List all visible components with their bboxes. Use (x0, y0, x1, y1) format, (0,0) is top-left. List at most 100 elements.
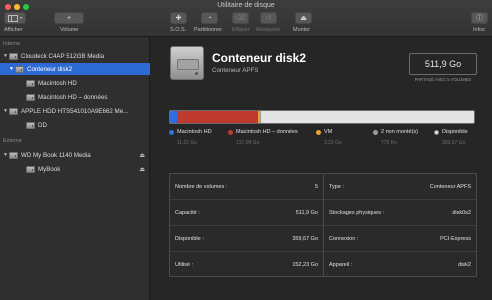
internal-disk-icon (9, 52, 18, 60)
volume-icon (26, 79, 35, 87)
sidebar-item-macintosh-hd[interactable]: Macintosh HD (0, 77, 150, 89)
usage-segment-1 (176, 111, 259, 123)
legend-label: 2 non monté(s) (381, 129, 418, 135)
sidebar-item-apple-hdd[interactable]: ▼ APPLE HDD HTS541010A9E662 Me... (0, 105, 150, 117)
mount-button[interactable]: ⏏ (295, 12, 312, 24)
sidebar-item-label: Macintosh HD – données (38, 93, 108, 101)
sidebar: Interne ▼ Cloudeck C4AP 512GB Media ▼ Co… (0, 37, 150, 300)
eject-icon[interactable]: ⏏ (139, 152, 145, 159)
info-row-available: Disponible : 359,67 Go (170, 226, 323, 252)
toolbar: Utilitaire de disque ▾ Afficher + Volume… (0, 0, 492, 37)
legend-swatch (373, 129, 378, 135)
legend-label: Disponible (442, 129, 468, 135)
disk-utility-window: Utilitaire de disque ▾ Afficher + Volume… (0, 0, 492, 300)
stethoscope-icon: ✚ (175, 14, 182, 22)
toolbar-label-partition: Partitionner (194, 27, 223, 33)
sidebar-item-mybook[interactable]: MyBook ⏏ (0, 163, 150, 175)
sidebar-item-dd[interactable]: DD (0, 119, 150, 131)
toolbar-label-info: Infos (473, 27, 485, 33)
eject-icon[interactable]: ⏏ (139, 166, 145, 173)
info-label: Appareil : (329, 262, 353, 268)
info-row-physical-stores: Stockages physiques : disk0s2 (324, 200, 476, 226)
legend-swatch (316, 129, 321, 135)
sidebar-item-label: Conteneur disk2 (27, 65, 73, 73)
add-volume-button[interactable]: + (54, 12, 84, 24)
sidebar-item-macintosh-hd-data[interactable]: Macintosh HD – données (0, 91, 150, 103)
sidebar-item-label: MyBook (38, 165, 61, 173)
container-disk-icon (170, 46, 204, 80)
sidebar-toggle-icon (8, 14, 18, 22)
capacity-caption: PARTAGÉ AVEC 5 VOLUMES (414, 77, 472, 82)
toolbar-label-erase: Effacer (232, 27, 250, 33)
zoom-window-button[interactable] (23, 4, 29, 10)
info-row-volume-count: Nombre de volumes : 5 (170, 174, 323, 200)
erase-button[interactable]: ⌫ (232, 12, 249, 24)
info-label: Connexion : (329, 235, 359, 242)
legend-value-macintosh-hd-data: 137,09 Go (236, 140, 260, 146)
partition-button[interactable]: ◔ (201, 12, 218, 24)
sidebar-item-label: WD My Book 1140 Media (21, 151, 91, 159)
info-label: Capacité : (175, 209, 200, 216)
show-sidebar-button[interactable]: ▾ (4, 12, 26, 24)
erase-icon: ⌫ (235, 14, 246, 22)
toolbar-label-restore: Restaurer (256, 27, 281, 33)
page-subtitle: Conteneur APFS (212, 67, 259, 74)
legend-value-macintosh-hd: 11,21 Go (177, 140, 198, 146)
sidebar-item-label: APPLE HDD HTS541010A9E662 Me... (21, 107, 129, 115)
legend-swatch (434, 129, 439, 135)
info-value: disk2 (458, 262, 471, 268)
info-button[interactable]: ⓘ (471, 12, 488, 24)
sidebar-item-cloudeck-media[interactable]: ▼ Cloudeck C4AP 512GB Media (0, 50, 150, 62)
info-value: 359,67 Go (292, 235, 318, 242)
toolbar-label-mount: Monter (293, 27, 311, 33)
info-value: 511,9 Go (295, 209, 318, 216)
info-row-type: Type : Conteneur APFS (324, 174, 476, 200)
disclosure-triangle-icon[interactable]: ▼ (2, 152, 9, 158)
toolbar-label-sos: S.O.S. (170, 27, 187, 33)
legend-item-available: Disponible (434, 129, 468, 135)
info-label: Type : (329, 183, 344, 190)
legend-swatch (228, 129, 233, 135)
info-table: Nombre de volumes : 5 Capacité : 511,9 G… (169, 173, 477, 277)
chevron-down-icon: ▾ (19, 15, 22, 20)
internal-disk-icon (9, 107, 18, 115)
container-icon (15, 65, 24, 73)
minimize-window-button[interactable] (14, 4, 20, 10)
legend-label: VM (324, 129, 333, 135)
info-row-capacity: Capacité : 511,9 Go (170, 200, 323, 226)
disclosure-triangle-icon[interactable]: ▼ (2, 53, 9, 59)
usage-segment-free (260, 111, 474, 123)
first-aid-button[interactable]: ✚ (170, 12, 187, 24)
external-disk-icon (9, 151, 18, 159)
sidebar-section-internal: Interne (3, 41, 21, 47)
usage-bar (169, 110, 475, 124)
info-value: Conteneur APFS (429, 183, 471, 190)
sidebar-item-container-disk2[interactable]: ▼ Conteneur disk2 (0, 63, 150, 75)
page-title: Conteneur disk2 (212, 51, 307, 65)
info-label: Nombre de volumes : (175, 183, 228, 190)
disclosure-triangle-icon[interactable]: ▼ (8, 66, 15, 72)
partition-icon: ◔ (207, 14, 212, 22)
window-title: Utilitaire de disque (217, 2, 275, 9)
legend-label: Macintosh HD (177, 129, 212, 135)
close-window-button[interactable] (5, 4, 11, 10)
info-row-device: Appareil : disk2 (324, 252, 476, 278)
legend-item-unmounted: 2 non monté(s) (373, 129, 418, 135)
info-row-used: Utilisé : 152,23 Go (170, 252, 323, 278)
info-icon: ⓘ (476, 14, 483, 22)
volume-icon (26, 121, 35, 129)
sidebar-item-label: Cloudeck C4AP 512GB Media (21, 52, 105, 60)
plus-icon: + (66, 14, 72, 22)
sidebar-item-label: Macintosh HD (38, 79, 77, 87)
info-label: Stockages physiques : (329, 209, 385, 216)
info-label: Utilisé : (175, 262, 194, 268)
capacity-badge: 511,9 Go (409, 53, 477, 75)
sidebar-item-wd-my-book[interactable]: ▼ WD My Book 1140 Media ⏏ (0, 149, 150, 161)
detail-pane: Conteneur disk2 Conteneur APFS 511,9 Go … (151, 37, 492, 300)
info-value: PCI-Express (440, 235, 471, 242)
legend-value-vm: 3,22 Go (324, 140, 342, 146)
disclosure-triangle-icon[interactable]: ▼ (2, 108, 9, 114)
info-value: disk0s2 (452, 209, 471, 216)
legend-swatch (169, 129, 174, 135)
restore-button[interactable]: ↺ (260, 12, 277, 24)
